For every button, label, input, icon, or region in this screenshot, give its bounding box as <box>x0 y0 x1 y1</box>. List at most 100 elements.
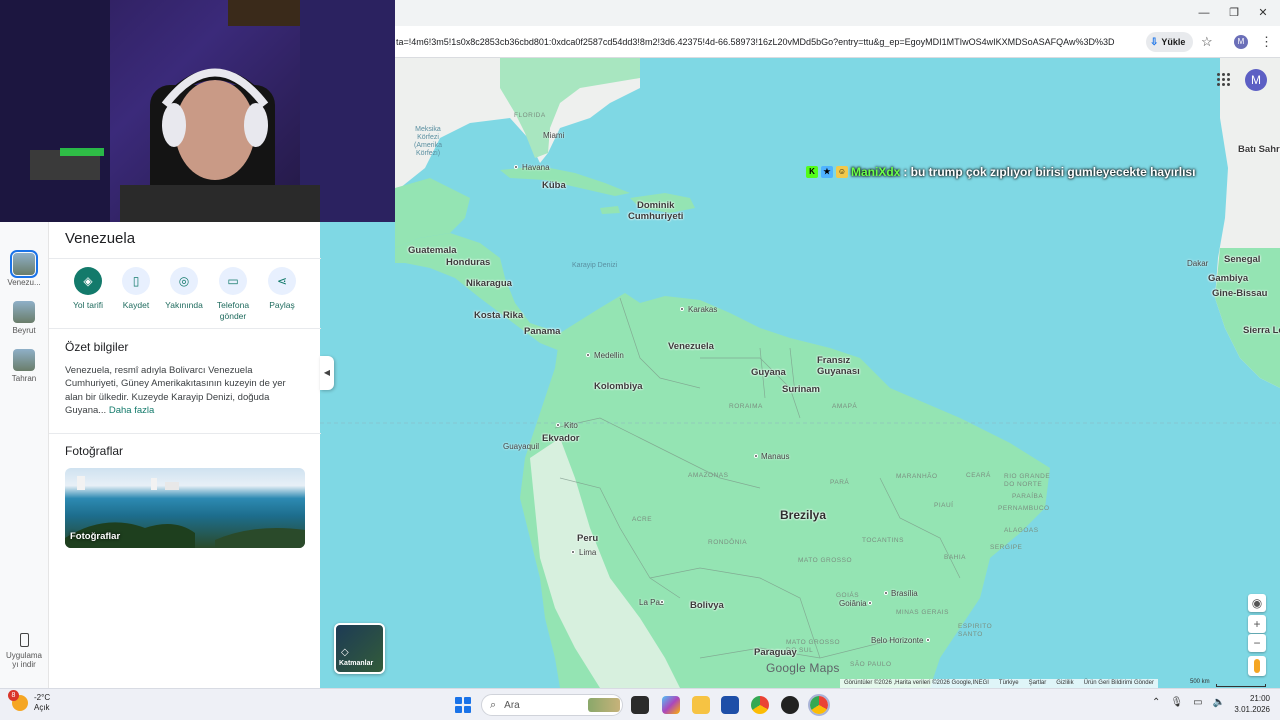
kick-badge-icon: K <box>806 166 818 178</box>
place-thumbnail <box>10 250 38 278</box>
microphone-icon[interactable]: 🎙 <box>1170 697 1183 708</box>
action-label: Paylaş <box>269 300 295 310</box>
nearby-button[interactable]: ◎ Yakınında <box>157 267 211 311</box>
photos-heading: Fotoğraflar <box>65 444 124 458</box>
zoom-out-button[interactable]: − <box>1248 634 1266 652</box>
country-label: Gambiya <box>1208 273 1249 284</box>
directions-button[interactable]: ◈ Yol tarifi <box>61 267 115 311</box>
my-location-button[interactable]: ◉ <box>1248 594 1266 612</box>
browser-profile-avatar[interactable]: M <box>1234 35 1248 49</box>
divider <box>49 258 321 259</box>
tray-chevron-icon[interactable]: ⌃ <box>1152 697 1160 708</box>
city-label: Medellin <box>594 351 624 360</box>
install-app-button[interactable]: ⇩ Yükle <box>1146 32 1194 52</box>
rail-item-label: Beyrut <box>12 326 36 335</box>
url-field[interactable]: ta=!4m6!3m5!1s0x8c2853cb36cbd801:0xdca0f… <box>396 37 1136 47</box>
country-label: Venezuela <box>668 341 714 352</box>
state-label: ALAGOAS <box>1004 527 1039 534</box>
clock-date: 3.01.2026 <box>1234 704 1270 714</box>
network-icon[interactable]: ▭ <box>1193 697 1202 708</box>
get-app-button[interactable]: Uygulama yı indir <box>0 633 48 669</box>
state-label: BAHIA <box>944 554 967 561</box>
bookmark-star-icon[interactable]: ☆ <box>1201 34 1213 50</box>
volume-icon[interactable]: 🔈 <box>1213 697 1225 708</box>
read-more-link[interactable]: Daha fazla <box>109 405 154 416</box>
chrome-profile-icon[interactable] <box>808 694 830 716</box>
search-placeholder: Ara <box>504 699 520 711</box>
city-label: Guayaquil <box>503 442 540 451</box>
taskbar-search[interactable]: ⌕ Ara <box>481 694 623 716</box>
action-label: Yakınında <box>165 300 203 310</box>
more-options-icon[interactable]: ⋮ <box>1260 34 1273 50</box>
system-tray: ⌃ 🎙 ▭ 🔈 <box>1152 697 1225 708</box>
city-label: Lima <box>579 548 597 557</box>
footer-link-privacy[interactable]: Gizlilik <box>1056 680 1073 687</box>
street-view-pegman[interactable] <box>1248 656 1266 676</box>
city-label: Brasília <box>891 589 918 598</box>
install-icon: ⇩ <box>1150 36 1159 48</box>
scale-bar <box>1216 684 1266 687</box>
obs-icon[interactable] <box>781 696 799 714</box>
action-label: Kaydet <box>122 300 150 310</box>
chat-text: : bu trump çok zıplıyor birisi gumleyece… <box>903 165 1196 179</box>
rail-item-label: Venezu... <box>7 278 41 287</box>
city-dot <box>680 307 684 311</box>
subscriber-badge-icon: ★ <box>821 166 833 178</box>
state-label: AMAZONAS <box>688 472 729 479</box>
store-icon[interactable] <box>721 696 739 714</box>
state-label: ACRE <box>632 516 653 523</box>
footer-link-region[interactable]: Türkiye <box>999 680 1019 687</box>
minimize-icon[interactable]: — <box>1196 5 1212 21</box>
rail-item-tehran[interactable]: Tahran <box>0 349 48 383</box>
photos-card-label: Fotoğraflar <box>70 531 121 542</box>
city-dot <box>884 591 888 595</box>
save-button[interactable]: ▯ Kaydet <box>109 267 163 311</box>
start-button[interactable] <box>455 697 471 713</box>
task-view-icon[interactable] <box>631 696 649 714</box>
state-label: RORAIMA <box>729 403 763 410</box>
zoom-in-button[interactable]: + <box>1248 615 1266 633</box>
chat-username: ManiXdx <box>851 165 901 179</box>
footer-link-terms[interactable]: Şartlar <box>1029 680 1047 687</box>
google-apps-icon[interactable] <box>1216 72 1232 88</box>
webcam-scene <box>0 0 395 222</box>
state-label: RONDÔNIA <box>708 539 748 546</box>
city-label: Havana <box>522 163 550 172</box>
sea-label: Karayip Denizi <box>572 262 618 269</box>
get-app-label-1: Uygulama <box>5 651 42 660</box>
taskbar-clock[interactable]: 21:00 3.01.2026 <box>1230 694 1270 716</box>
weather-widget[interactable]: 8 -2°C Açık <box>8 689 50 712</box>
country-label: Fransız Guyanası <box>817 355 860 378</box>
nearby-icon: ◎ <box>170 267 198 295</box>
weather-badge: 8 <box>8 689 19 701</box>
restore-icon[interactable]: ❐ <box>1226 5 1242 21</box>
send-to-phone-button[interactable]: ▭ Telefona gönder <box>206 267 260 321</box>
state-label: RIO GRANDE DO NORTE <box>1004 473 1051 488</box>
chrome-icon[interactable] <box>751 696 769 714</box>
rail-item-venezuela[interactable]: Venezu... <box>0 250 48 287</box>
footer-link-feedback[interactable]: Ürün Geri Bildirimi Gönder <box>1084 680 1154 687</box>
copilot-icon[interactable] <box>662 696 680 714</box>
account-avatar[interactable]: M <box>1245 69 1267 91</box>
file-explorer-icon[interactable] <box>692 696 710 714</box>
photos-card[interactable]: Fotoğraflar <box>65 468 305 548</box>
collapse-panel-button[interactable]: ◀ <box>320 356 334 390</box>
city-label: Goiânia <box>839 599 867 608</box>
divider <box>49 328 321 329</box>
close-icon[interactable]: ✕ <box>1255 5 1271 21</box>
city-dot <box>926 638 930 642</box>
state-label: SÃO PAULO <box>850 661 892 668</box>
city-label: Manaus <box>761 452 790 461</box>
state-label: PARÁ <box>830 479 850 486</box>
share-button[interactable]: ⋖ Paylaş <box>255 267 309 311</box>
webcam-overlay <box>0 0 395 222</box>
rail-item-beirut[interactable]: Beyrut <box>0 301 48 335</box>
layers-button[interactable]: ◇ Katmanlar <box>334 623 385 674</box>
city-dot <box>586 353 590 357</box>
city-label: Belo Horizonte <box>871 636 924 645</box>
scale-label[interactable]: 500 km <box>1190 679 1210 685</box>
place-thumbnail <box>13 349 35 371</box>
place-title: Venezuela <box>65 230 136 247</box>
country-label: Batı Sahra <box>1238 144 1280 155</box>
city-dot <box>556 423 560 427</box>
